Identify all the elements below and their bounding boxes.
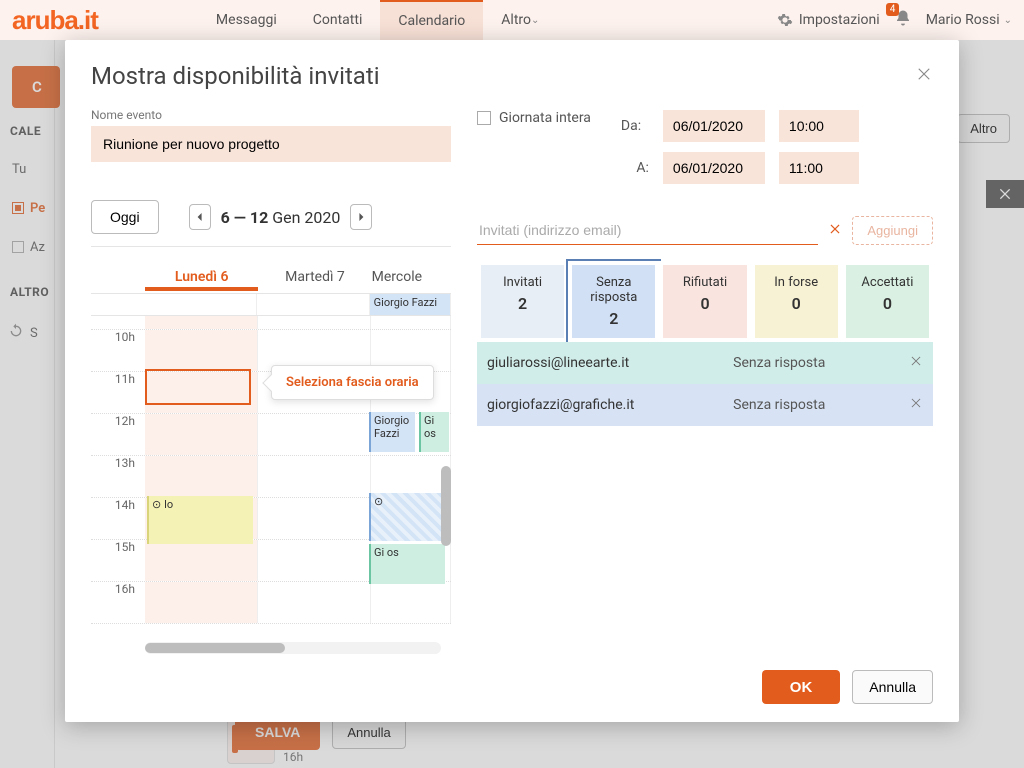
prev-week-button[interactable] [189,204,211,230]
event-name-label: Nome evento [91,108,451,122]
gear-icon [777,12,793,28]
allday-row: Giorgio Fazzi [91,293,451,315]
notifications-button[interactable]: 4 [894,9,912,31]
invitee-status: Senza risposta [733,397,909,413]
cancel-button[interactable]: Annulla [852,670,933,704]
event-io[interactable]: ⊙ Io [147,496,253,544]
event-dotted[interactable]: ⊙ [369,493,445,541]
next-week-button[interactable] [350,204,372,230]
date-range: 6 — 12 Gen 2020 [221,208,341,227]
event-gf[interactable]: Giorgio Fazzi [369,412,415,452]
allday-event[interactable]: Giorgio Fazzi [370,294,451,315]
invitee-email-input[interactable] [477,216,818,245]
user-menu[interactable]: Mario Rossi ⌄ [926,12,1012,28]
from-date-input[interactable] [663,110,765,142]
tab-contacts[interactable]: Contatti [295,0,381,40]
status-invited[interactable]: Invitati2 [477,261,568,342]
selected-slot[interactable] [145,369,251,405]
clear-input-icon[interactable] [828,221,842,240]
availability-modal: Mostra disponibilità invitati Nome event… [65,40,959,722]
invitee-list: giuliarossi@lineearte.it Senza risposta … [477,342,933,426]
status-accepted[interactable]: Accettati0 [842,261,933,342]
list-item: giorgiofazzi@grafiche.it Senza risposta [477,384,933,426]
top-tabs: Messaggi Contatti Calendario Altro ⌄ [198,0,557,40]
event-name-input[interactable] [91,126,451,162]
status-noresponse[interactable]: Senza risposta2 [568,261,659,342]
tab-messages[interactable]: Messaggi [198,0,295,40]
from-label: Da: [621,118,649,134]
invitee-status: Senza risposta [733,355,909,371]
day-header-mon[interactable]: Lunedì 6 [145,269,258,285]
day-header-tue[interactable]: Martedì 7 [258,269,371,285]
checkbox-icon [477,111,491,125]
allday-checkbox[interactable]: Giornata intera [477,110,591,126]
invitee-email: giuliarossi@lineearte.it [487,355,733,371]
notification-badge: 4 [886,3,900,16]
to-label: A: [621,160,649,176]
remove-invitee-button[interactable] [909,396,923,414]
day-header-wed[interactable]: Mercole [372,269,451,285]
today-button[interactable]: Oggi [91,200,159,234]
tab-other[interactable]: Altro ⌄ [483,0,557,40]
top-header: aruba.it Messaggi Contatti Calendario Al… [0,0,1024,40]
time-grid[interactable]: 10h 11h 12h 13h 14h 15h 16h Seleziona fa… [91,315,451,654]
modal-title: Mostra disponibilità invitati [91,62,380,90]
ok-button[interactable]: OK [762,670,841,704]
from-time-input[interactable] [779,110,859,142]
vertical-scrollbar[interactable] [441,466,451,546]
logo: aruba.it [12,5,98,36]
list-item: giuliarossi@lineearte.it Senza risposta [477,342,933,384]
settings-link[interactable]: Impostazioni [777,12,880,28]
close-icon[interactable] [915,65,933,87]
to-time-input[interactable] [779,152,859,184]
to-date-input[interactable] [663,152,765,184]
status-summary: Invitati2 Senza risposta2 Rifiutati0 In … [477,261,933,342]
event-gi-os[interactable]: Gi os [419,412,449,452]
status-declined[interactable]: Rifiutati0 [659,261,750,342]
invitee-email: giorgiofazzi@grafiche.it [487,397,733,413]
status-tentative[interactable]: In forse0 [751,261,842,342]
add-invitee-button[interactable]: Aggiungi [852,216,933,245]
tab-calendar[interactable]: Calendario [380,0,483,40]
remove-invitee-button[interactable] [909,354,923,372]
select-slot-tooltip[interactable]: Seleziona fascia oraria [271,365,434,400]
event-gi[interactable]: Gi os [369,544,445,584]
horizontal-scrollbar[interactable] [145,642,441,654]
